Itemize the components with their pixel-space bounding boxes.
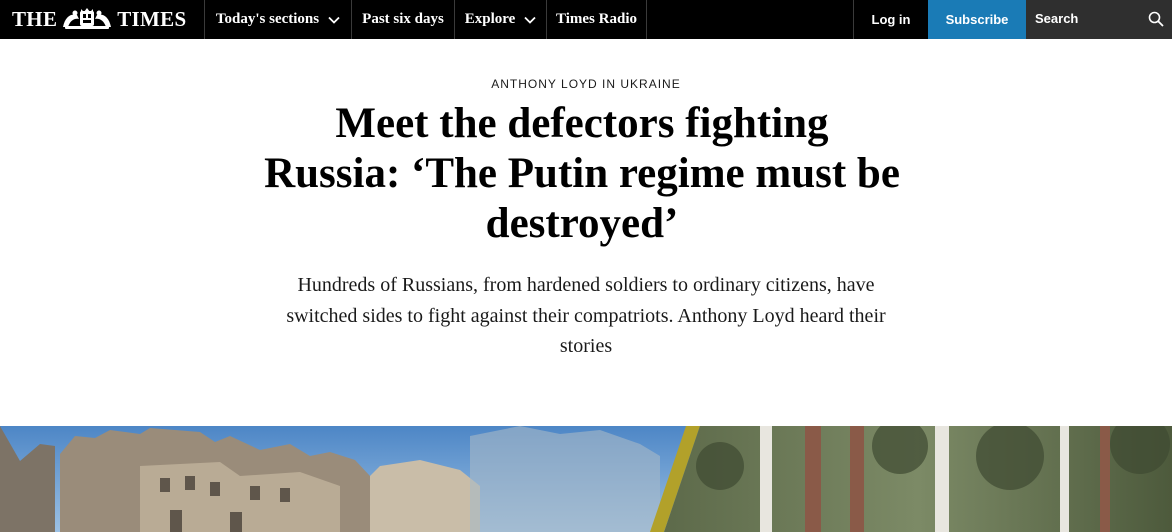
nav-times-radio-label: Times Radio (556, 11, 637, 27)
logo-text-left: THE (12, 6, 58, 31)
search-label: Search (1035, 11, 1079, 26)
the-times-logo[interactable]: THE TIMES (12, 7, 186, 31)
hero-photo-illustration (0, 426, 1172, 532)
article-standfirst: Hundreds of Russians, from hardened sold… (286, 274, 886, 357)
nav-past-six-days[interactable]: Past six days (351, 0, 454, 39)
nav-todays-sections[interactable]: Today's sections (204, 0, 351, 39)
nav-todays-sections-label: Today's sections (215, 11, 320, 27)
article-headline: Meet the defectors fighting Russia: ‘The… (264, 100, 900, 247)
chevron-down-icon (524, 16, 536, 24)
article-kicker[interactable]: ANTHONY LOYD IN UKRAINE (0, 77, 1172, 91)
search-icon[interactable] (1148, 11, 1164, 27)
nav-past-six-days-label: Past six days (362, 11, 444, 27)
nav-times-radio[interactable]: Times Radio (546, 0, 647, 39)
login-button[interactable]: Log in (853, 0, 928, 39)
nav-explore-label: Explore (464, 11, 516, 27)
nav-explore[interactable]: Explore (454, 0, 546, 39)
subscribe-button[interactable]: Subscribe (928, 0, 1026, 39)
search-input[interactable]: Search (1026, 0, 1172, 39)
hero-image (0, 426, 1172, 532)
royal-crest-icon (63, 8, 112, 29)
chevron-down-icon (328, 16, 340, 24)
logo-text-right: TIMES (117, 6, 187, 31)
top-nav-bar: THE TIMES Today's sections Past six days (0, 0, 1172, 39)
